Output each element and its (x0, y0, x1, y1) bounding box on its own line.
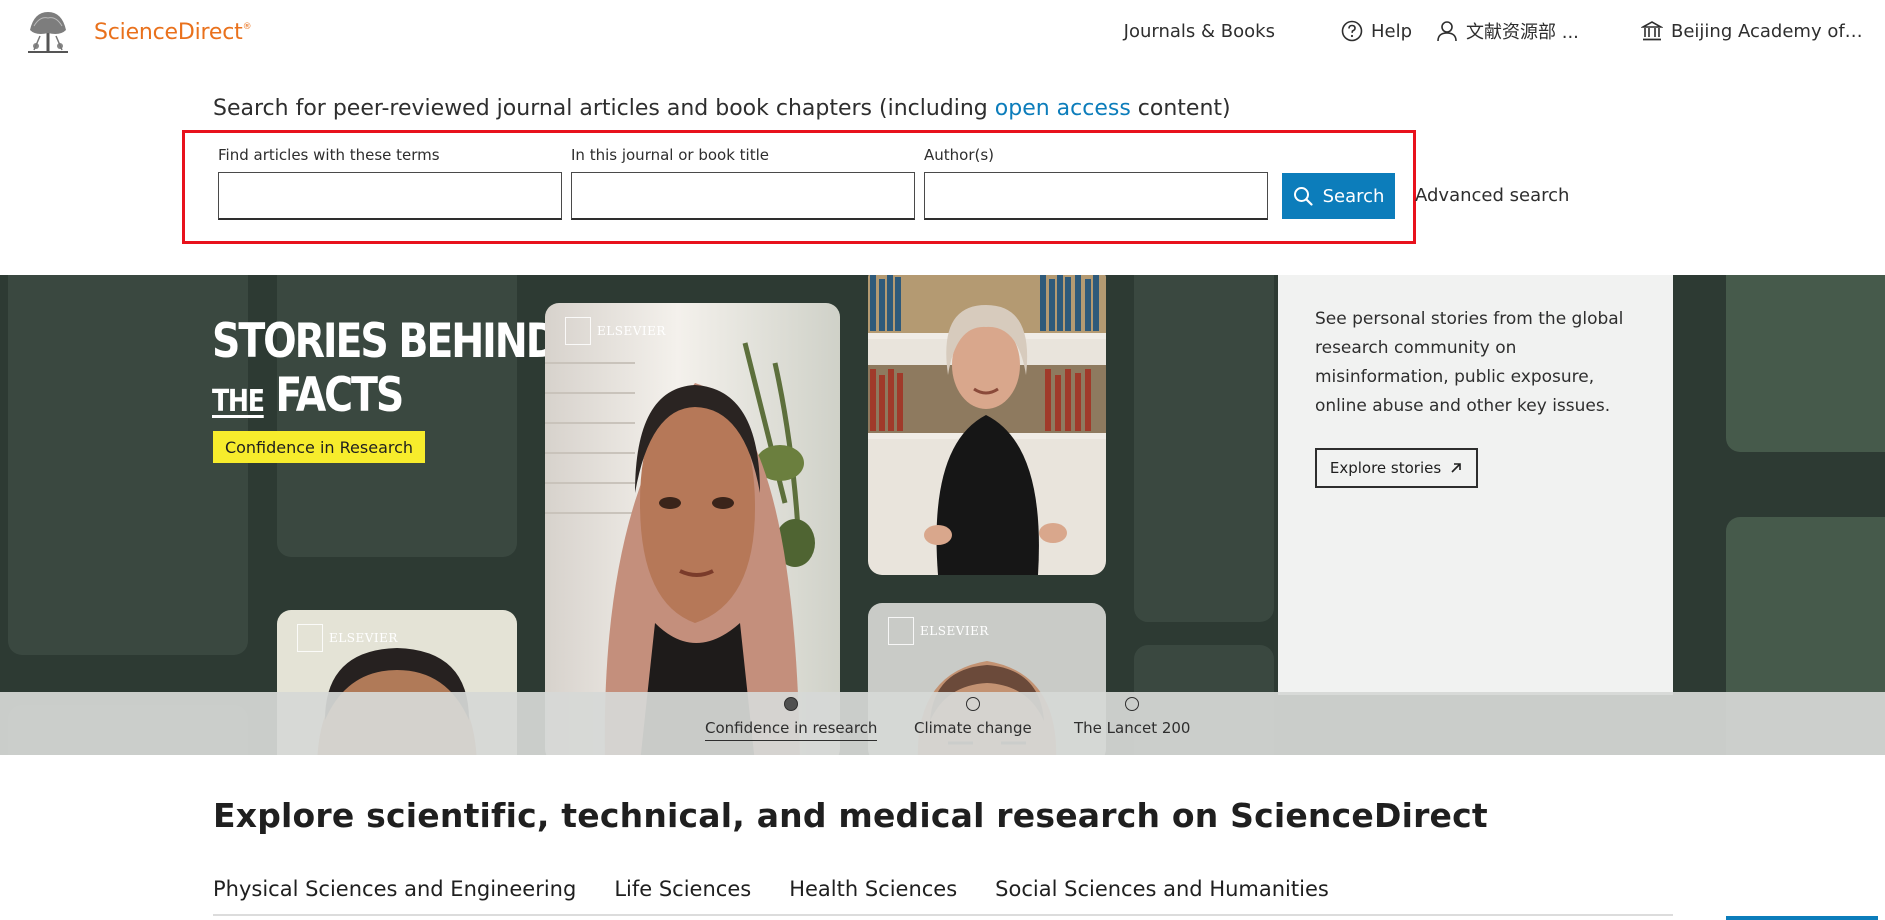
authors-field-label: Author(s) (924, 146, 995, 164)
logo-text: ScienceDirect (94, 20, 243, 45)
registered-mark: ® (242, 22, 252, 32)
tab-physical-sciences[interactable]: Physical Sciences and Engineering (213, 877, 576, 901)
search-intro-before: Search for peer-reviewed journal article… (213, 96, 995, 121)
search-intro-after: content) (1130, 96, 1231, 121)
search-intro-text: Search for peer-reviewed journal article… (213, 96, 1231, 121)
elsevier-mark-icon (297, 624, 323, 652)
hero-title-facts: FACTS (275, 368, 404, 423)
explore-stories-label: Explore stories (1329, 459, 1442, 477)
journals-books-link[interactable]: Journals & Books (1124, 21, 1275, 42)
open-access-link[interactable]: open access (995, 96, 1131, 121)
elsevier-tree-logo-icon[interactable] (20, 6, 76, 56)
user-account-link[interactable]: 文献资源部 ... (1436, 18, 1591, 44)
advanced-search-link[interactable]: Advanced search (1415, 185, 1569, 206)
carousel-label: The Lancet 200 (1074, 719, 1191, 737)
researcher-portrait-image (545, 303, 840, 755)
bg-tile (1134, 275, 1274, 622)
carousel-bar: Confidence in research Climate change Th… (0, 692, 1885, 755)
carousel-item-lancet[interactable]: The Lancet 200 (1074, 697, 1190, 737)
external-arrow-icon (1451, 463, 1461, 473)
carousel-item-climate[interactable]: Climate change (914, 697, 1032, 737)
search-icon (1293, 187, 1313, 206)
carousel-item-confidence[interactable]: Confidence in research (705, 697, 878, 741)
carousel-dot[interactable] (784, 697, 799, 711)
help-link[interactable]: Help (1341, 20, 1412, 42)
hero-description: See personal stories from the global res… (1315, 309, 1624, 416)
carousel-dot[interactable] (1125, 697, 1140, 711)
sciencedirect-logo-text[interactable]: ScienceDirect® (94, 20, 252, 45)
hero-title-the: THE (212, 384, 265, 419)
subject-tabs: Physical Sciences and Engineering Life S… (213, 877, 1329, 901)
researcher-bookshelf-image (868, 275, 1106, 575)
journal-title-input[interactable] (571, 172, 915, 220)
explore-stories-button[interactable]: Explore stories (1315, 448, 1478, 488)
tab-life-sciences[interactable]: Life Sciences (614, 877, 751, 901)
carousel-label: Climate change (914, 719, 1032, 737)
photo-brand-label: ELSEVIER (597, 324, 666, 338)
tabs-divider (213, 914, 1673, 916)
authors-input[interactable] (924, 172, 1268, 220)
elsevier-mark-icon (565, 317, 591, 345)
search-button[interactable]: Search (1282, 173, 1395, 219)
elsevier-mark-icon (888, 617, 914, 645)
photo-brand-label: ELSEVIER (329, 631, 398, 645)
user-name-label: 文献资源部 ... (1466, 22, 1579, 43)
user-icon (1437, 21, 1457, 42)
elsevier-watermark: ELSEVIER (297, 624, 398, 652)
tab-health-sciences[interactable]: Health Sciences (789, 877, 957, 901)
explore-heading: Explore scientific, technical, and medic… (213, 796, 1488, 835)
elsevier-watermark: ELSEVIER (565, 317, 666, 345)
hero-photo-researcher-2 (868, 275, 1106, 575)
page: ScienceDirect® Journals & Books Help 文献资… (0, 0, 1885, 920)
hero-title: STORIES BEHIND THE FACTS (212, 314, 558, 429)
carousel-label: Confidence in research (705, 719, 878, 741)
hero-title-line1: STORIES BEHIND (212, 314, 558, 369)
hero-photo-researcher-1: ELSEVIER (545, 303, 840, 755)
institution-icon (1641, 21, 1663, 41)
tab-social-sciences[interactable]: Social Sciences and Humanities (995, 877, 1329, 901)
top-nav: Journals & Books Help 文献资源部 ... Beijing … (1124, 17, 1867, 45)
journals-books-label: Journals & Books (1123, 20, 1275, 42)
site-header: ScienceDirect® Journals & Books Help 文献资… (0, 0, 1885, 64)
help-label: Help (1370, 20, 1412, 42)
hero-badge: Confidence in Research (213, 431, 425, 463)
institution-label: Beijing Academy of Sc... (1671, 20, 1867, 42)
search-button-label: Search (1322, 185, 1385, 207)
bg-tile (1726, 275, 1885, 452)
carousel-dot[interactable] (965, 697, 980, 711)
help-icon (1341, 20, 1363, 42)
journal-field-label: In this journal or book title (571, 146, 769, 164)
terms-field-label: Find articles with these terms (218, 146, 440, 164)
hero-banner: STORIES BEHIND THE FACTS Confidence in R… (0, 275, 1885, 755)
side-feedback-tab[interactable] (1726, 916, 1878, 920)
institution-link[interactable]: Beijing Academy of Sc... (1641, 20, 1867, 42)
terms-input[interactable] (218, 172, 562, 220)
photo-brand-label: ELSEVIER (920, 624, 989, 638)
elsevier-watermark: ELSEVIER (888, 617, 989, 645)
